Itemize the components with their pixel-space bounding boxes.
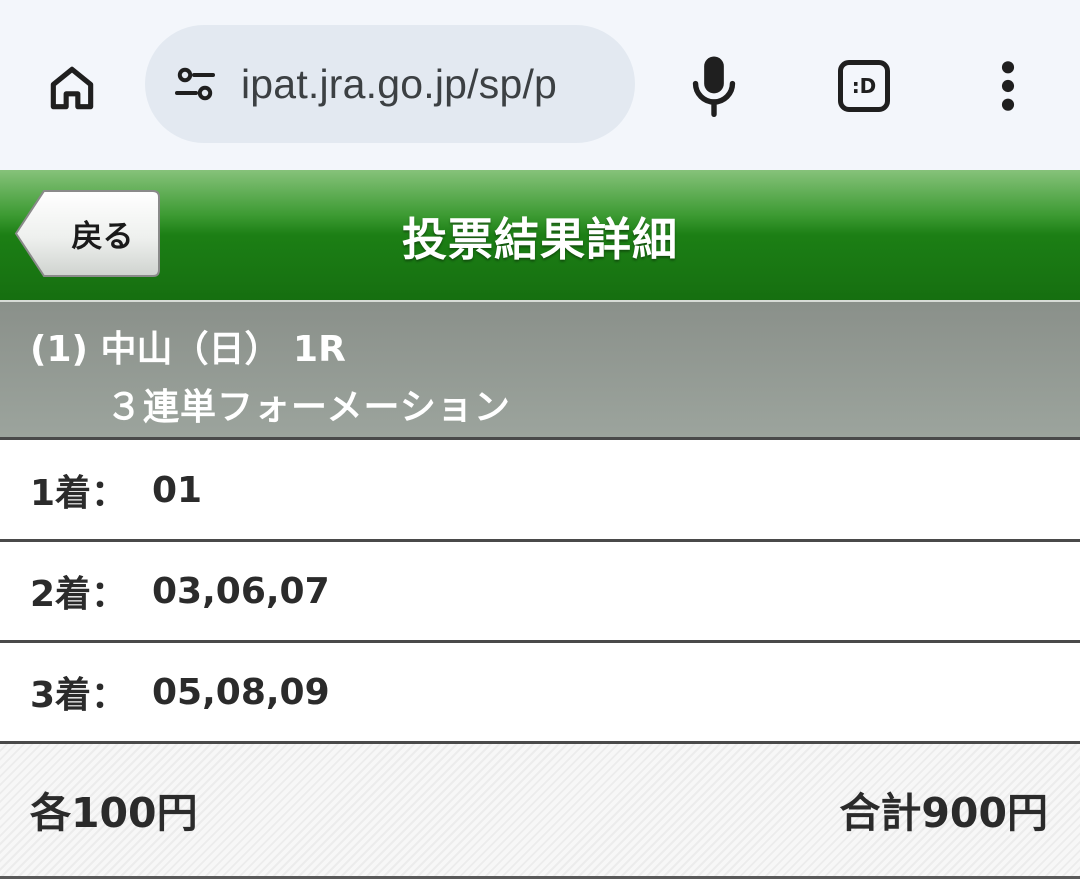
race-info: (1) 中山（日） 1R [30,329,346,370]
pick-label: 3着： [30,675,128,716]
amount-footer: 各100円 合計900円 [0,744,1080,879]
pick-row-2nd: 2着： 03,06,07 [0,542,1080,643]
pick-row-3rd: 3着： 05,08,09 [0,643,1080,744]
bet-type: ３連単フォーメーション [106,387,511,428]
pick-value: 03,06,07 [152,570,330,612]
pick-value: 05,08,09 [152,671,330,713]
tune-icon[interactable] [167,56,223,112]
unit-price: 各100円 [30,789,198,837]
pick-label: 1着： [30,473,128,514]
home-icon[interactable] [36,52,108,124]
extension-label: :D [838,60,890,112]
address-bar[interactable]: ipat.jra.go.jp/sp/p [145,25,635,143]
back-button[interactable]: 戻る [14,189,161,278]
title-bar: 投票結果詳細 戻る [0,170,1080,300]
url-text: ipat.jra.go.jp/sp/p [241,60,558,107]
pick-label: 2着： [30,574,128,615]
race-header: (1) 中山（日） 1R ３連単フォーメーション [0,300,1080,440]
more-vert-icon[interactable] [980,48,1036,124]
back-label: 戻る [71,219,134,255]
browser-toolbar: ipat.jra.go.jp/sp/p :D [0,0,1080,170]
page-title: 投票結果詳細 [401,212,678,266]
total-price: 合計900円 [839,789,1048,837]
mic-icon[interactable] [676,48,752,124]
extension-button[interactable]: :D [826,48,902,124]
pick-value: 01 [152,469,203,511]
pick-row-1st: 1着： 01 [0,441,1080,542]
